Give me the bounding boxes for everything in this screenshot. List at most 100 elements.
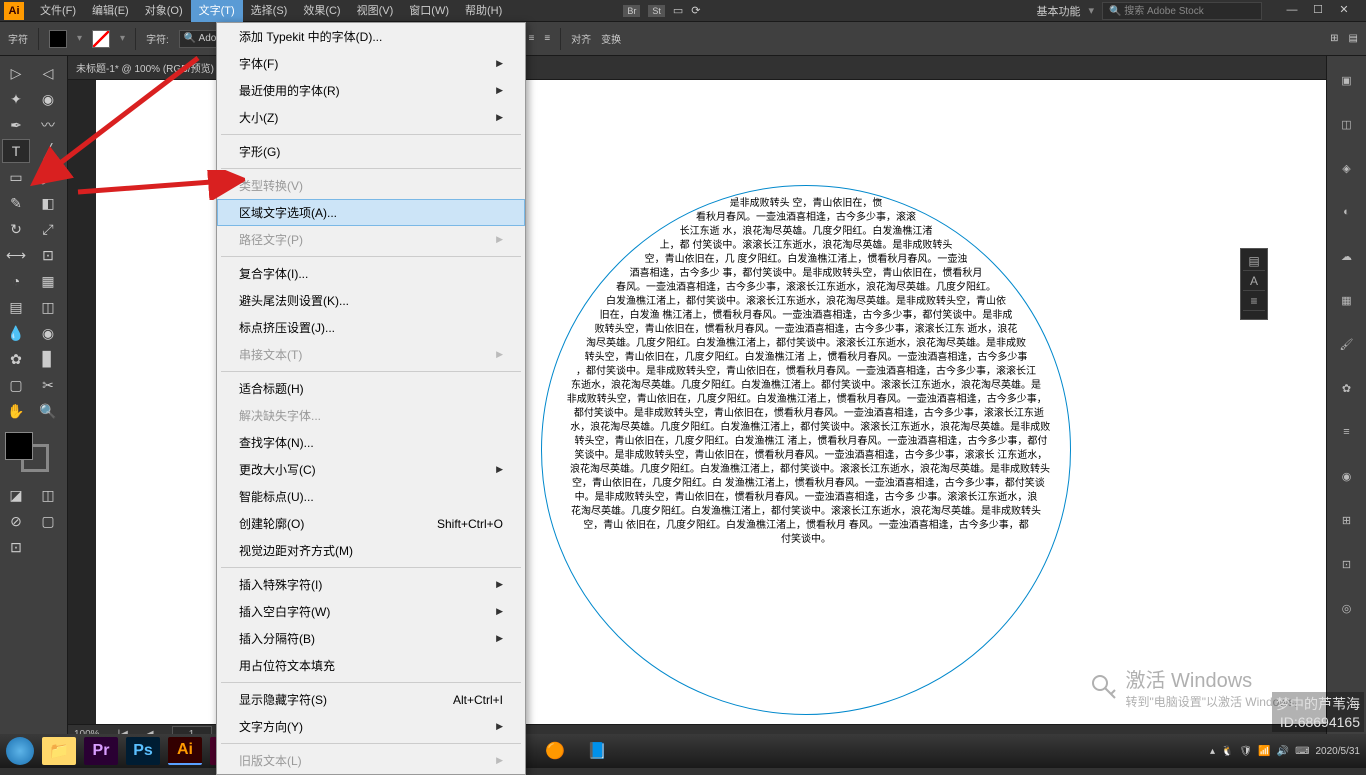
none-mode-icon[interactable]: ⊘ bbox=[2, 509, 30, 533]
tray-qq-icon[interactable]: 🐧 bbox=[1221, 746, 1233, 757]
tray-shield-icon[interactable]: 🛡 bbox=[1239, 746, 1252, 757]
properties-flyout[interactable]: ▤ A ≡ bbox=[1240, 248, 1268, 320]
flyout-icon[interactable]: ▤ bbox=[1243, 251, 1265, 271]
zoom-tool[interactable]: 🔍 bbox=[34, 399, 62, 423]
photoshop-icon[interactable]: Ps bbox=[126, 737, 160, 765]
selection-tool[interactable]: ▷ bbox=[2, 61, 30, 85]
illustrator-icon[interactable]: Ai bbox=[168, 737, 202, 765]
transform-panel-icon[interactable]: ⊡ bbox=[1335, 552, 1359, 576]
transform-panel-label[interactable]: 变换 bbox=[601, 31, 621, 46]
menu-item-标点挤压设置J[interactable]: 标点挤压设置(J)... bbox=[217, 314, 525, 341]
slice-tool[interactable]: ✂ bbox=[34, 373, 62, 397]
paintbrush-tool[interactable]: 🖌 bbox=[34, 165, 62, 189]
browser-icon[interactable] bbox=[6, 737, 34, 765]
menu-对象[interactable]: 对象(O) bbox=[137, 0, 191, 22]
menu-item-区域文字选项A[interactable]: 区域文字选项(A)... bbox=[217, 199, 525, 226]
width-tool[interactable]: ⟷ bbox=[2, 243, 30, 267]
tray-ime-icon[interactable]: ⌨ bbox=[1295, 746, 1309, 757]
menu-item-最近使用的字体R[interactable]: 最近使用的字体(R)▶ bbox=[217, 77, 525, 104]
menu-item-智能标点U[interactable]: 智能标点(U)... bbox=[217, 483, 525, 510]
hand-tool[interactable]: ✋ bbox=[2, 399, 30, 423]
type-tool[interactable]: T bbox=[2, 139, 30, 163]
color-mode-icon[interactable]: ◪ bbox=[2, 483, 30, 507]
align-center-icon[interactable]: ≡ bbox=[528, 33, 534, 44]
direct-selection-tool[interactable]: ◁ bbox=[34, 61, 62, 85]
menu-item-适合标题H[interactable]: 适合标题(H) bbox=[217, 375, 525, 402]
scale-tool[interactable]: ⤢ bbox=[34, 217, 62, 241]
libraries-panel-icon[interactable]: ◫ bbox=[1335, 112, 1359, 136]
magic-wand-tool[interactable]: ✦ bbox=[2, 87, 30, 111]
menu-窗口[interactable]: 窗口(W) bbox=[401, 0, 457, 22]
mesh-tool[interactable]: ▤ bbox=[2, 295, 30, 319]
menu-item-字体F[interactable]: 字体(F)▶ bbox=[217, 50, 525, 77]
app-icon-5[interactable]: 📘 bbox=[580, 737, 614, 765]
menu-文字[interactable]: 文字(T) bbox=[191, 0, 243, 22]
gradient-tool[interactable]: ◫ bbox=[34, 295, 62, 319]
menu-视图[interactable]: 视图(V) bbox=[349, 0, 402, 22]
eraser-tool[interactable]: ◧ bbox=[34, 191, 62, 215]
search-stock-input[interactable]: 🔍 搜索 Adobe Stock bbox=[1102, 2, 1262, 20]
symbol-sprayer-tool[interactable]: ✿ bbox=[2, 347, 30, 371]
symbols-panel-icon[interactable]: ✿ bbox=[1335, 376, 1359, 400]
stroke-swatch[interactable] bbox=[92, 30, 110, 48]
tray-network-icon[interactable]: 📶 bbox=[1258, 746, 1270, 757]
menu-item-插入空白字符W[interactable]: 插入空白字符(W)▶ bbox=[217, 598, 525, 625]
flyout-icon[interactable]: A bbox=[1243, 271, 1265, 291]
graphic-styles-icon[interactable]: ◉ bbox=[1335, 464, 1359, 488]
perspective-tool[interactable]: ▦ bbox=[34, 269, 62, 293]
fill-stroke-control[interactable] bbox=[3, 430, 63, 476]
menu-item-查找字体N[interactable]: 查找字体(N)... bbox=[217, 429, 525, 456]
free-transform-tool[interactable]: ⊡ bbox=[34, 243, 62, 267]
pen-tool[interactable]: ✒ bbox=[2, 113, 30, 137]
menu-item-显示隐藏字符S[interactable]: 显示隐藏字符(S)Alt+Ctrl+I bbox=[217, 686, 525, 713]
brushes-panel-icon[interactable]: 🖌 bbox=[1335, 332, 1359, 356]
align-panel-label[interactable]: 对齐 bbox=[571, 31, 591, 46]
arrange-icon[interactable]: ▭ bbox=[673, 4, 683, 17]
gradient-mode-icon[interactable]: ◫ bbox=[34, 483, 62, 507]
menu-item-添加 Typekit[interactable]: 添加 Typekit 中的字体(D)... bbox=[217, 23, 525, 50]
line-tool[interactable]: ╱ bbox=[34, 139, 62, 163]
menu-item-更改大小写C[interactable]: 更改大小写(C)▶ bbox=[217, 456, 525, 483]
curvature-tool[interactable]: 〰 bbox=[34, 113, 62, 137]
close-icon[interactable]: ✕ bbox=[1332, 3, 1356, 19]
align-panel-icon[interactable]: ⊞ bbox=[1335, 508, 1359, 532]
menu-item-大小Z[interactable]: 大小(Z)▶ bbox=[217, 104, 525, 131]
menu-item-字形G[interactable]: 字形(G) bbox=[217, 138, 525, 165]
menu-item-创建轮廓O[interactable]: 创建轮廓(O)Shift+Ctrl+O bbox=[217, 510, 525, 537]
menu-item-插入分隔符B[interactable]: 插入分隔符(B)▶ bbox=[217, 625, 525, 652]
char-panel-label[interactable]: 字符 bbox=[8, 31, 28, 46]
menu-item-避头尾法则设置K[interactable]: 避头尾法则设置(K)... bbox=[217, 287, 525, 314]
bridge-icon[interactable]: Br bbox=[623, 5, 640, 17]
color-panel-icon[interactable]: ◐ bbox=[1335, 200, 1359, 224]
explorer-icon[interactable]: 📁 bbox=[42, 737, 76, 765]
align-right-icon[interactable]: ≡ bbox=[544, 33, 550, 44]
graph-tool[interactable]: ▊ bbox=[34, 347, 62, 371]
minimize-icon[interactable]: — bbox=[1280, 3, 1304, 19]
menu-item-插入特殊字符I[interactable]: 插入特殊字符(I)▶ bbox=[217, 571, 525, 598]
premiere-icon[interactable]: Pr bbox=[84, 737, 118, 765]
cc-panel-icon[interactable]: ☁ bbox=[1335, 244, 1359, 268]
swatches-panel-icon[interactable]: ▦ bbox=[1335, 288, 1359, 312]
tray-date[interactable]: 2020/5/31 bbox=[1316, 746, 1361, 757]
fill-swatch[interactable] bbox=[49, 30, 67, 48]
menu-item-视觉边距对齐方式M[interactable]: 视觉边距对齐方式(M) bbox=[217, 537, 525, 564]
menu-选择[interactable]: 选择(S) bbox=[243, 0, 296, 22]
tray-volume-icon[interactable]: 🔊 bbox=[1277, 746, 1289, 757]
area-type-circle[interactable]: 是非成败转头 空，青山依旧在，惯看秋月春风。一壶浊酒喜相逢，古今多少事，滚滚长江… bbox=[541, 185, 1071, 715]
shape-builder-tool[interactable]: ◔ bbox=[2, 269, 30, 293]
appearance-panel-icon[interactable]: ◎ bbox=[1335, 596, 1359, 620]
stroke-panel-icon[interactable]: ≡ bbox=[1335, 420, 1359, 444]
menu-item-文字方向Y[interactable]: 文字方向(Y)▶ bbox=[217, 713, 525, 740]
lasso-tool[interactable]: ◉ bbox=[34, 87, 62, 111]
artboard-tool[interactable]: ▢ bbox=[2, 373, 30, 397]
flyout-icon[interactable]: ≡ bbox=[1243, 291, 1265, 311]
panel-menu-icon[interactable]: ▤ bbox=[1349, 33, 1358, 44]
menu-item-用占位符文本填充[interactable]: 用占位符文本填充 bbox=[217, 652, 525, 679]
screen-mode-icon[interactable]: ⊡ bbox=[2, 535, 30, 559]
blend-tool[interactable]: ◉ bbox=[34, 321, 62, 345]
rectangle-tool[interactable]: ▭ bbox=[2, 165, 30, 189]
menu-编辑[interactable]: 编辑(E) bbox=[84, 0, 137, 22]
app-icon-4[interactable]: 🟠 bbox=[538, 737, 572, 765]
menu-item-复合字体I[interactable]: 复合字体(I)... bbox=[217, 260, 525, 287]
menu-文件[interactable]: 文件(F) bbox=[32, 0, 84, 22]
